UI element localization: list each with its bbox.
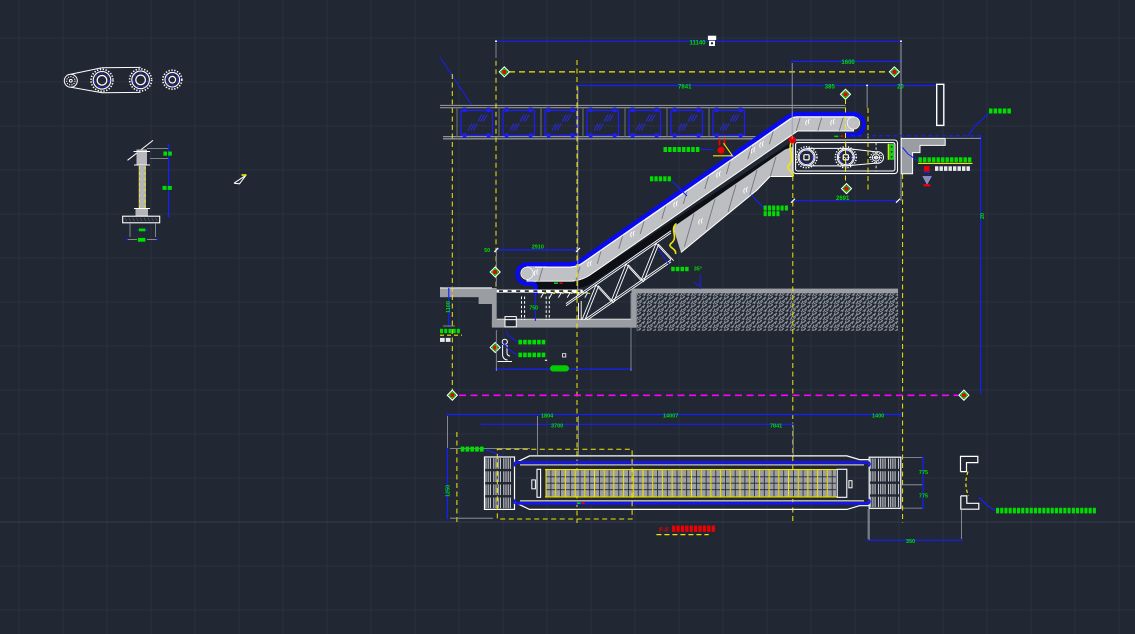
svg-text:11140: 11140 <box>690 40 707 46</box>
svg-text:1600: 1600 <box>841 60 855 66</box>
svg-text:1400: 1400 <box>872 414 884 420</box>
svg-text:1804: 1804 <box>541 414 554 420</box>
svg-text:2691: 2691 <box>836 196 850 202</box>
svg-text:350: 350 <box>906 539 915 545</box>
svg-text:20: 20 <box>980 213 986 219</box>
svg-text:385: 385 <box>825 85 836 91</box>
svg-text:3700: 3700 <box>551 423 563 429</box>
svg-text:7841: 7841 <box>678 84 692 90</box>
svg-text:775: 775 <box>919 494 928 500</box>
svg-text:775: 775 <box>919 470 928 476</box>
svg-text:1100: 1100 <box>446 301 452 313</box>
svg-text:7841: 7841 <box>770 423 782 429</box>
svg-text:F-F: F-F <box>659 527 669 534</box>
svg-text:2910: 2910 <box>532 245 544 251</box>
svg-text:750: 750 <box>529 306 538 312</box>
svg-text:50: 50 <box>484 248 490 254</box>
svg-text:1250: 1250 <box>446 485 452 497</box>
svg-text:14007: 14007 <box>663 414 678 420</box>
svg-text:35°: 35° <box>694 266 702 272</box>
